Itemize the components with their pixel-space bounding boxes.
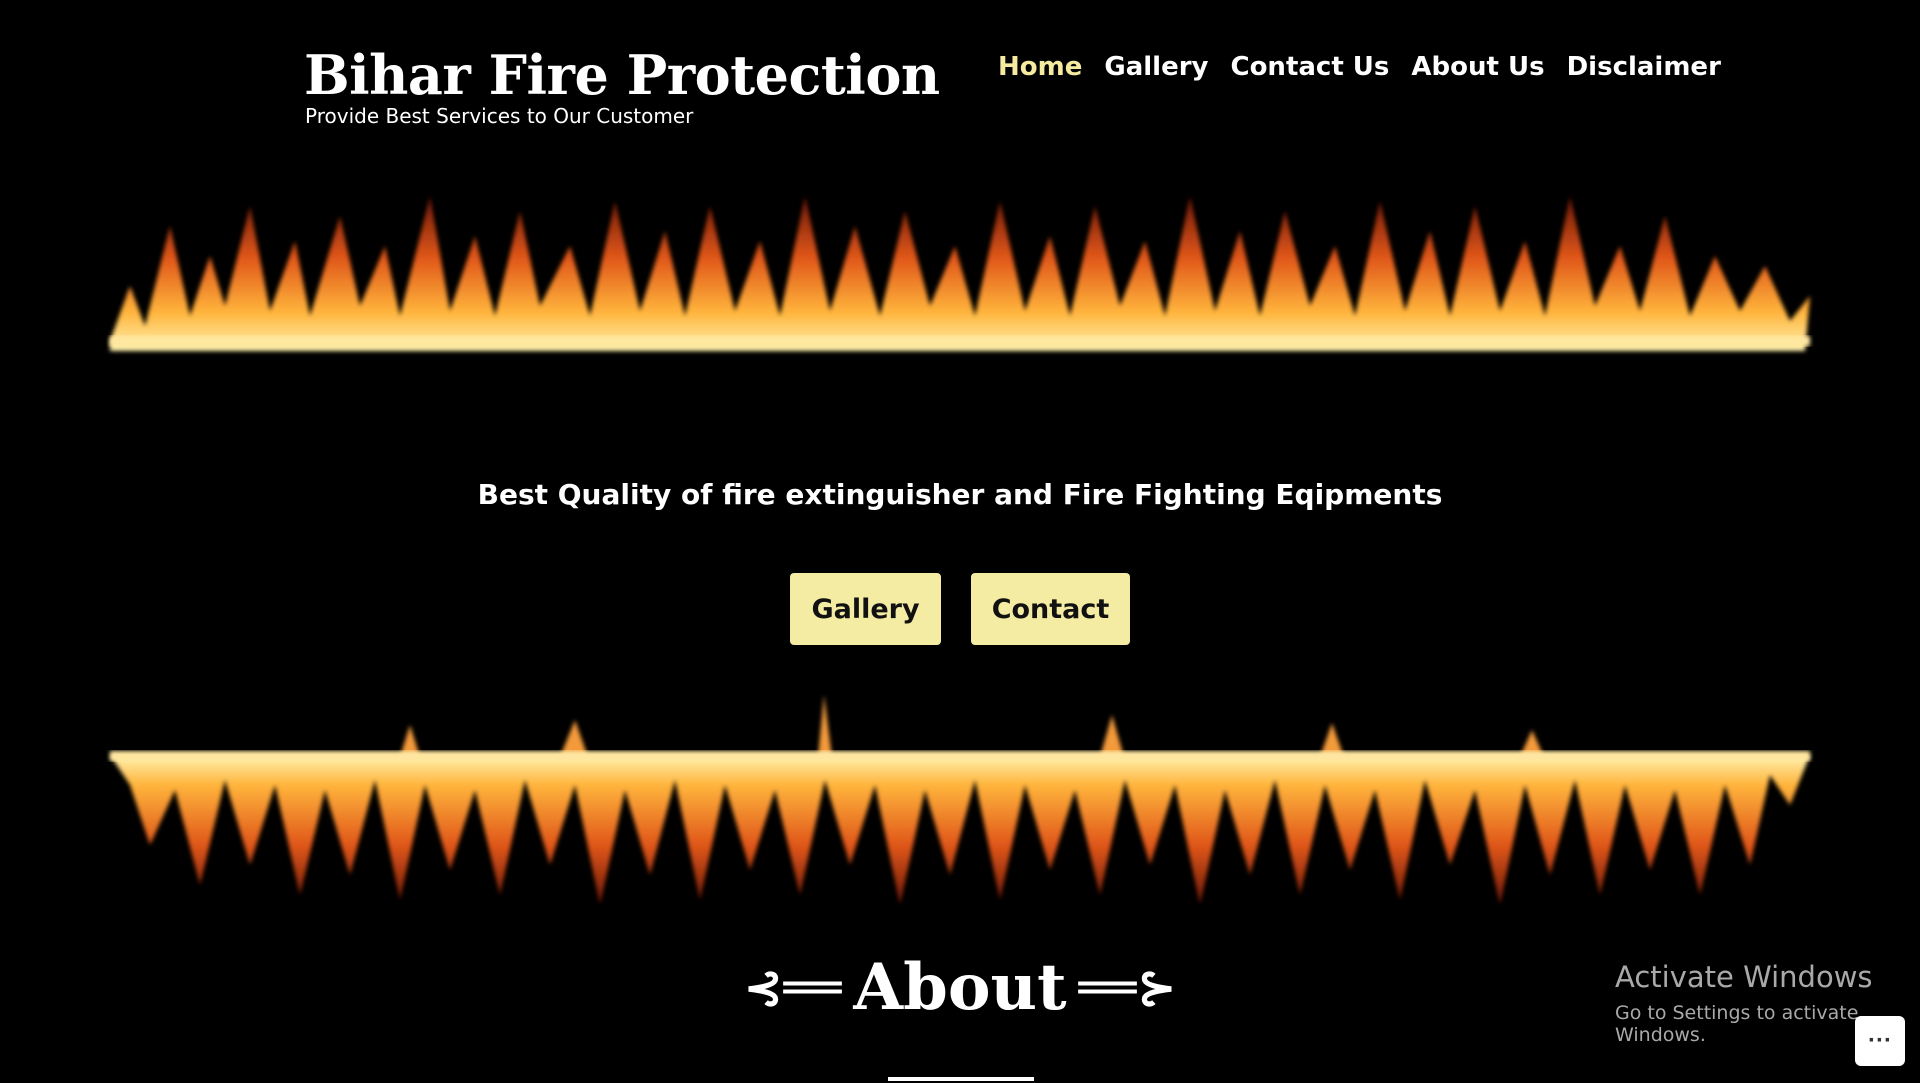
arrow-left-ornament: ⊰══ bbox=[743, 959, 842, 1016]
flames-bottom-image bbox=[110, 695, 1810, 905]
nav-item-home[interactable]: Home bbox=[998, 52, 1082, 82]
site-tagline: Provide Best Services to Our Customer bbox=[305, 104, 694, 128]
watermark-title: Activate Windows bbox=[1615, 960, 1873, 994]
hero-headline: Best Quality of fire extinguisher and Fi… bbox=[477, 478, 1443, 511]
about-title: About bbox=[853, 950, 1067, 1025]
nav-item-disclaimer[interactable]: Disclaimer bbox=[1567, 52, 1721, 82]
nav-item-about-us[interactable]: About Us bbox=[1411, 52, 1544, 82]
site-title[interactable]: Bihar Fire Protection bbox=[304, 40, 940, 110]
gallery-button[interactable]: Gallery bbox=[790, 573, 941, 645]
main-nav: Home Gallery Contact Us About Us Disclai… bbox=[998, 52, 1721, 82]
flames-top-image bbox=[110, 196, 1810, 351]
arrow-right-ornament: ══⊱ bbox=[1078, 959, 1177, 1016]
contact-button[interactable]: Contact bbox=[971, 573, 1130, 645]
page: Bihar Fire Protection Provide Best Servi… bbox=[0, 0, 1920, 1083]
scroll-indicator bbox=[888, 1077, 1034, 1081]
more-options-button[interactable]: ··· bbox=[1855, 1016, 1905, 1066]
nav-item-gallery[interactable]: Gallery bbox=[1104, 52, 1208, 82]
nav-item-contact-us[interactable]: Contact Us bbox=[1230, 52, 1389, 82]
